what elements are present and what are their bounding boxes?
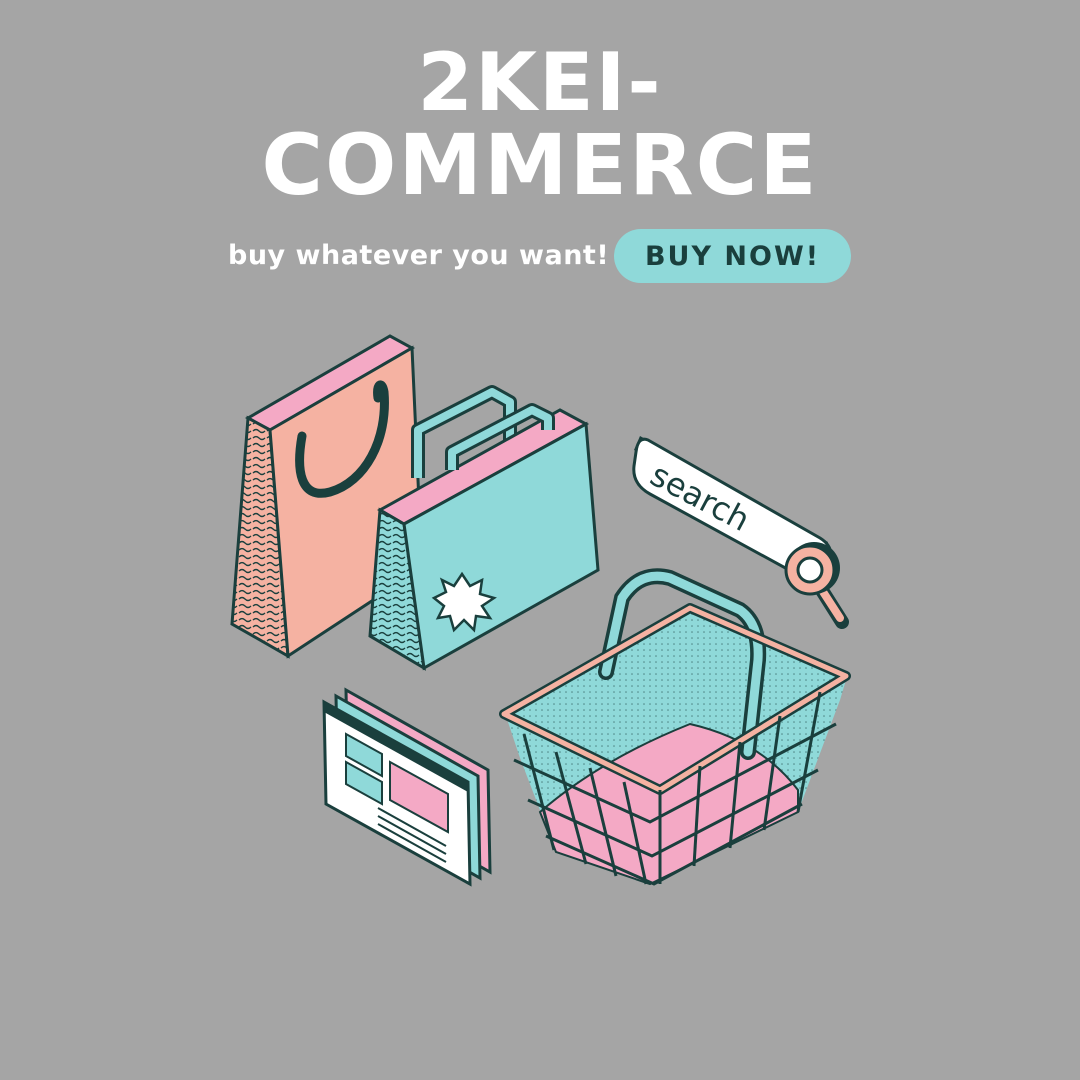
magnifier-icon — [784, 542, 849, 629]
search-bar-graphic: search — [632, 436, 849, 629]
shopping-illustration: search — [230, 334, 851, 887]
browser-window-icon — [322, 687, 492, 887]
shopping-basket-icon — [499, 568, 851, 886]
